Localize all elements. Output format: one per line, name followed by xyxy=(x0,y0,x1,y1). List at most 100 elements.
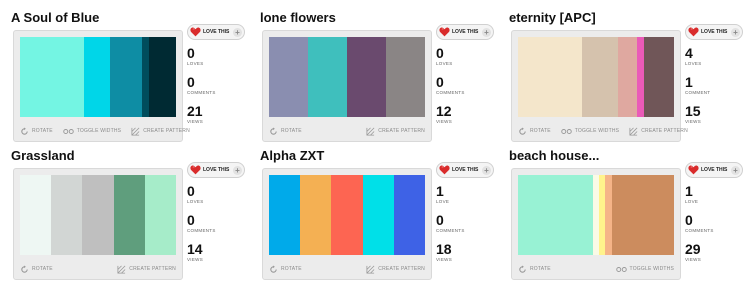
palette-title[interactable]: A Soul of Blue xyxy=(11,10,99,25)
rotate-button[interactable]: ROTATE xyxy=(20,126,53,136)
color-swatch[interactable] xyxy=(269,37,308,117)
heart-icon xyxy=(439,165,450,175)
love-this-button[interactable]: LOVE THIS + xyxy=(436,24,494,40)
love-this-button[interactable]: LOVE THIS + xyxy=(187,24,245,40)
love-this-label: LOVE THIS xyxy=(701,29,728,35)
rotate-button[interactable]: ROTATE xyxy=(269,126,302,136)
palette-toolbar: ROTATE TOGGLE WIDTHS CREATE PATTERN xyxy=(518,124,688,138)
color-swatch[interactable] xyxy=(300,175,332,255)
color-swatch[interactable] xyxy=(20,175,52,255)
loves-label: LOVES xyxy=(685,61,702,66)
color-swatch[interactable] xyxy=(518,37,582,117)
views-label: VIEWS xyxy=(685,257,702,262)
palette-title[interactable]: lone flowers xyxy=(260,10,336,25)
color-swatch[interactable] xyxy=(51,175,83,255)
create-pattern-button[interactable]: CREATE PATTERN xyxy=(117,265,176,274)
heart-icon xyxy=(190,27,201,37)
palette-title[interactable]: eternity [APC] xyxy=(509,10,596,25)
plus-icon[interactable]: + xyxy=(233,27,242,37)
love-this-button[interactable]: LOVE THIS + xyxy=(685,162,743,178)
views-label: VIEWS xyxy=(187,119,204,124)
color-swatch[interactable] xyxy=(362,175,394,255)
palette-swatches[interactable] xyxy=(518,175,674,255)
tool-label: CREATE PATTERN xyxy=(641,128,688,134)
create-pattern-button[interactable]: CREATE PATTERN xyxy=(629,127,688,136)
toggle-widths-button[interactable]: TOGGLE WIDTHS xyxy=(63,127,121,136)
plus-icon[interactable]: + xyxy=(233,165,242,175)
comments-label: COMMENT xyxy=(685,90,711,95)
toggle-widths-button[interactable]: TOGGLE WIDTHS xyxy=(615,265,674,274)
color-swatch[interactable] xyxy=(331,175,363,255)
tool-label: ROTATE xyxy=(530,266,551,272)
palette-title[interactable]: Alpha ZXT xyxy=(260,148,324,163)
loves-count: 0 xyxy=(436,45,444,61)
rotate-button[interactable]: ROTATE xyxy=(518,264,551,274)
palette-swatches[interactable] xyxy=(20,37,176,117)
color-swatch[interactable] xyxy=(617,37,637,117)
color-swatch[interactable] xyxy=(110,37,142,117)
color-swatch[interactable] xyxy=(611,175,674,255)
create-pattern-button[interactable]: CREATE PATTERN xyxy=(366,265,425,274)
color-swatch[interactable] xyxy=(113,175,145,255)
love-this-label: LOVE THIS xyxy=(701,167,728,173)
color-swatch[interactable] xyxy=(581,37,618,117)
color-swatch[interactable] xyxy=(636,37,645,117)
color-swatch[interactable] xyxy=(269,175,301,255)
loves-stat: 1 LOVE xyxy=(436,184,449,204)
create-pattern-button[interactable]: CREATE PATTERN xyxy=(366,127,425,136)
plus-icon[interactable]: + xyxy=(482,27,491,37)
comments-count: 0 xyxy=(187,74,195,90)
views-count: 15 xyxy=(685,103,701,119)
love-this-button[interactable]: LOVE THIS + xyxy=(436,162,494,178)
plus-icon[interactable]: + xyxy=(731,27,740,37)
palette-card-3: eternity [APC] ROTATE TOGGLE WIDTHS CREATE… xyxy=(509,10,753,150)
rotate-button[interactable]: ROTATE xyxy=(20,264,53,274)
palette-swatches[interactable] xyxy=(269,37,425,117)
color-swatch[interactable] xyxy=(20,37,84,117)
palette-title[interactable]: Grassland xyxy=(11,148,75,163)
loves-label: LOVES xyxy=(187,61,204,66)
color-swatch[interactable] xyxy=(144,175,176,255)
pattern-icon xyxy=(131,127,143,136)
views-count: 21 xyxy=(187,103,203,119)
rotate-icon xyxy=(518,264,530,274)
palette-swatches[interactable] xyxy=(20,175,176,255)
love-this-button[interactable]: LOVE THIS + xyxy=(685,24,743,40)
love-this-button[interactable]: LOVE THIS + xyxy=(187,162,245,178)
palette-frame: ROTATE CREATE PATTERN xyxy=(13,168,183,280)
toggle-widths-button[interactable]: TOGGLE WIDTHS xyxy=(561,127,619,136)
loves-stat: 0 LOVES xyxy=(436,46,453,66)
color-swatch[interactable] xyxy=(82,175,114,255)
rotate-button[interactable]: ROTATE xyxy=(269,264,302,274)
plus-icon[interactable]: + xyxy=(731,165,740,175)
palette-swatches[interactable] xyxy=(518,37,674,117)
comments-stat: 1 COMMENT xyxy=(685,75,710,95)
love-this-label: LOVE THIS xyxy=(452,29,479,35)
color-swatch[interactable] xyxy=(141,37,150,117)
color-swatch[interactable] xyxy=(386,37,425,117)
palette-card-4: Grassland ROTATE CREATE PATTERN LOVE THIS… xyxy=(11,148,256,286)
plus-icon[interactable]: + xyxy=(482,165,491,175)
color-swatch[interactable] xyxy=(644,37,674,117)
color-swatch[interactable] xyxy=(393,175,425,255)
color-swatch[interactable] xyxy=(308,37,347,117)
comments-stat: 0 COMMENTS xyxy=(187,75,216,95)
color-swatch[interactable] xyxy=(149,37,176,117)
loves-count: 4 xyxy=(685,45,693,61)
comments-label: COMMENTS xyxy=(436,228,465,233)
color-swatch[interactable] xyxy=(347,37,386,117)
palette-swatches[interactable] xyxy=(269,175,425,255)
palette-stats: LOVE THIS + 0 LOVES 0 COMMENTS 14 VIEWS xyxy=(187,162,253,284)
color-swatch[interactable] xyxy=(83,37,111,117)
views-stat: 12 VIEWS xyxy=(436,104,452,124)
palette-stats: LOVE THIS + 1 LOVE 0 COMMENTS 29 VIEWS xyxy=(685,162,751,284)
comments-count: 0 xyxy=(436,212,444,228)
rotate-button[interactable]: ROTATE xyxy=(518,126,551,136)
palette-card-1: A Soul of Blue ROTATE TOGGLE WIDTHS CREATE… xyxy=(11,10,256,150)
toggle-widths-icon xyxy=(561,127,575,136)
views-stat: 29 VIEWS xyxy=(685,242,701,262)
palette-title[interactable]: beach house... xyxy=(509,148,599,163)
create-pattern-button[interactable]: CREATE PATTERN xyxy=(131,127,190,136)
comments-label: COMMENTS xyxy=(436,90,465,95)
color-swatch[interactable] xyxy=(518,175,593,255)
